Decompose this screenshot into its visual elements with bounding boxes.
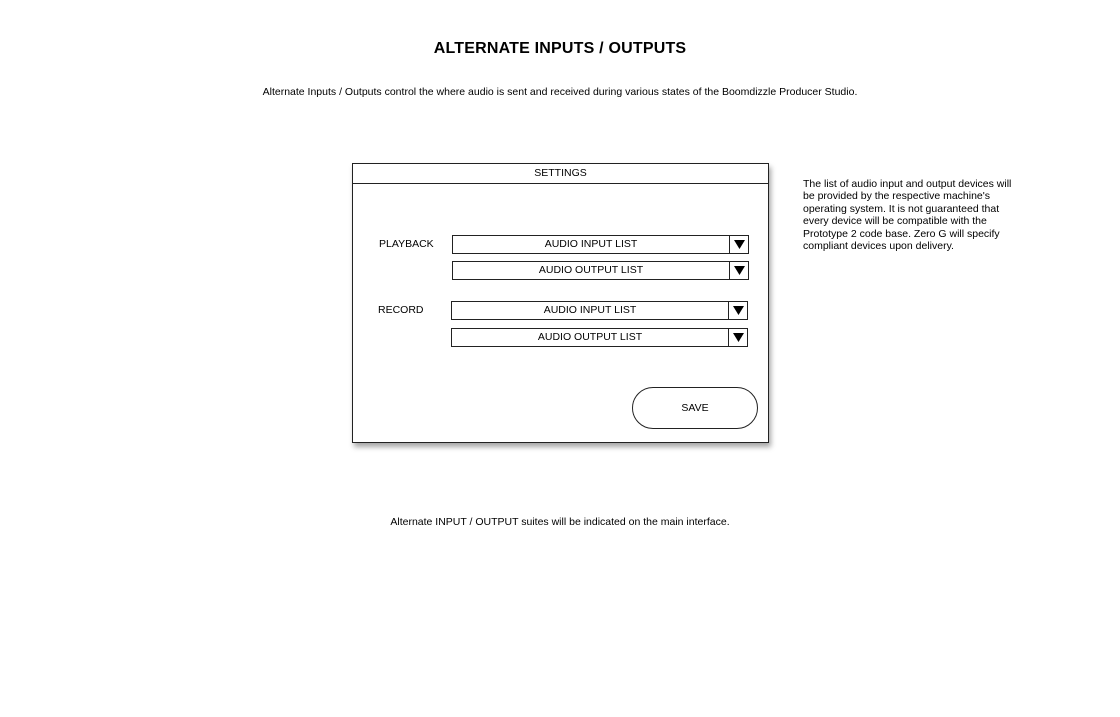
save-button[interactable]: SAVE (632, 387, 758, 429)
playback-output-value: AUDIO OUTPUT LIST (538, 264, 644, 276)
settings-header: SETTINGS (353, 164, 768, 184)
footer-note: Alternate INPUT / OUTPUT suites will be … (390, 516, 730, 528)
playback-output-dropdown[interactable]: AUDIO OUTPUT LIST (452, 261, 749, 280)
playback-input-dropdown[interactable]: AUDIO INPUT LIST (452, 235, 749, 254)
triangle-down-icon[interactable] (729, 262, 748, 279)
triangle-down-icon[interactable] (729, 236, 748, 253)
intro-text: Alternate Inputs / Outputs control the w… (262, 86, 858, 98)
record-input-dropdown[interactable]: AUDIO INPUT LIST (451, 301, 748, 320)
record-label: RECORD (378, 304, 424, 316)
side-note: The list of audio input and output devic… (803, 178, 1012, 253)
record-input-value: AUDIO INPUT LIST (543, 304, 637, 316)
playback-input-value: AUDIO INPUT LIST (544, 238, 638, 250)
page-title: ALTERNATE INPUTS / OUTPUTS (433, 40, 687, 57)
triangle-down-icon[interactable] (728, 302, 747, 319)
triangle-down-icon[interactable] (728, 329, 747, 346)
page: ALTERNATE INPUTS / OUTPUTS Alternate Inp… (0, 0, 1120, 717)
settings-panel: SETTINGS PLAYBACK AUDIO INPUT LIST AUDIO… (352, 163, 769, 443)
playback-label: PLAYBACK (379, 238, 434, 250)
record-output-dropdown[interactable]: AUDIO OUTPUT LIST (451, 328, 748, 347)
record-output-value: AUDIO OUTPUT LIST (537, 331, 643, 343)
